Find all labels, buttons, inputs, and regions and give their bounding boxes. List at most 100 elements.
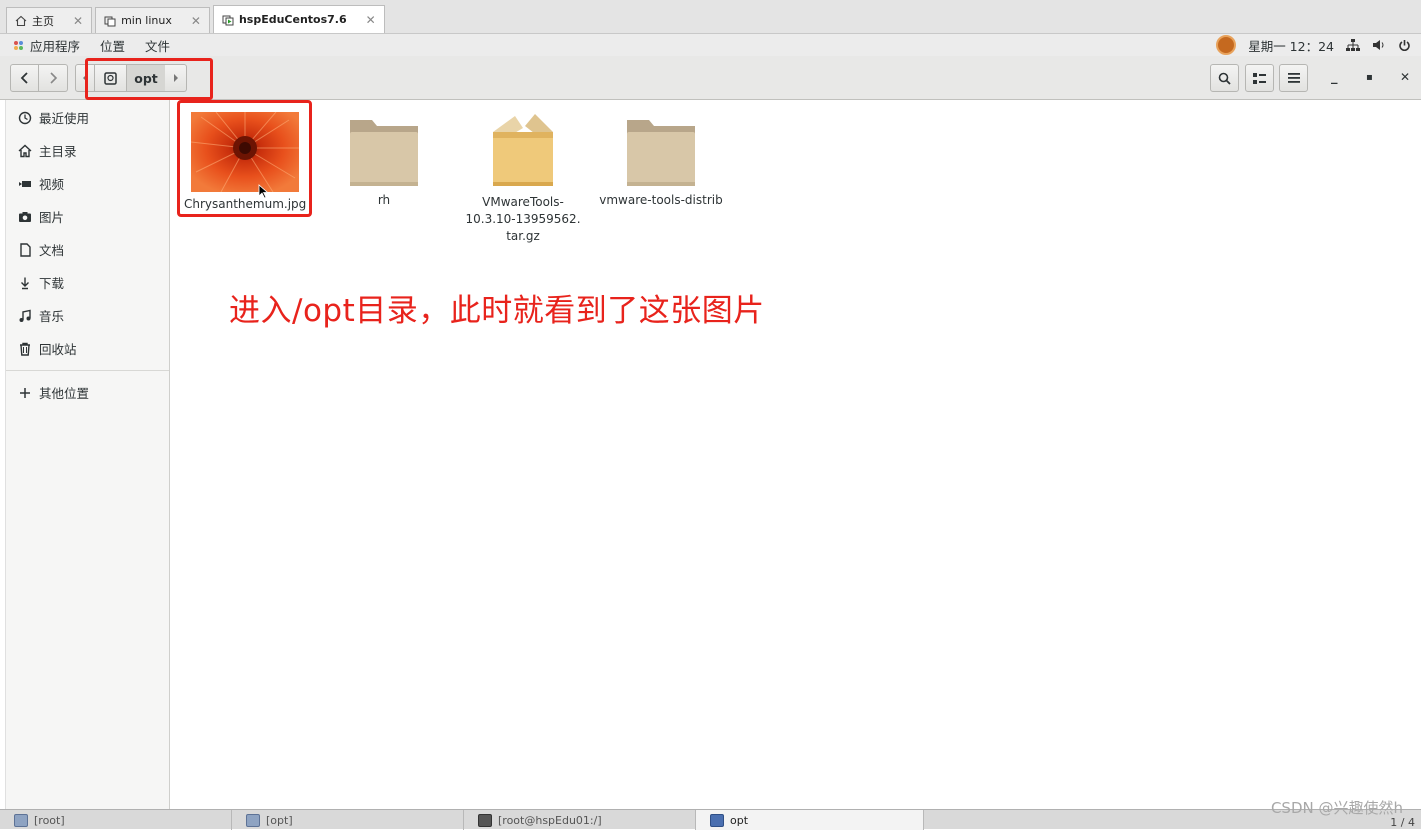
taskbar-item-opt-bracket[interactable]: [opt] <box>232 810 464 830</box>
view-list-button[interactable] <box>1245 64 1274 92</box>
sidebar-item-label: 图片 <box>39 210 65 225</box>
forward-button[interactable] <box>39 64 68 92</box>
file-name-line: tar.gz <box>506 229 540 243</box>
close-icon[interactable]: ✕ <box>73 14 83 28</box>
close-icon[interactable]: ✕ <box>191 14 201 28</box>
file-item-vmwaretools-archive[interactable]: VMwareTools- 10.3.10-13959562. tar.gz <box>462 110 584 245</box>
video-icon <box>19 180 31 187</box>
taskbar-item-root[interactable]: [root] <box>0 810 232 830</box>
vm-tab-min-linux[interactable]: min linux ✕ <box>95 7 210 33</box>
sidebar-item-home[interactable]: 主目录 <box>6 134 169 167</box>
places-menu-label: 位置 <box>100 38 126 54</box>
file-name: VMwareTools- 10.3.10-13959562. tar.gz <box>462 194 584 245</box>
chevron-left-icon <box>20 72 28 84</box>
sidebar-item-pictures[interactable]: 图片 <box>6 200 169 233</box>
taskbar-item-label: [root@hspEdu01:/] <box>498 813 602 827</box>
bottom-taskbar: [root] [opt] [root@hspEdu01:/] opt <box>0 809 1421 830</box>
file-name: vmware-tools-distrib <box>599 193 723 207</box>
sidebar-item-label: 视频 <box>39 177 65 192</box>
csdn-watermark: CSDN @兴趣使然h <box>1270 799 1403 817</box>
sidebar-item-label: 最近使用 <box>39 111 90 126</box>
sidebar-item-label: 其他位置 <box>39 386 90 401</box>
files-menu-label: 文件 <box>145 38 171 54</box>
plus-icon <box>20 387 30 398</box>
sidebar-item-other-locations[interactable]: 其他位置 <box>6 376 169 409</box>
music-icon <box>19 309 31 322</box>
user-avatar-icon[interactable] <box>1216 35 1237 55</box>
gnome-foot-icon <box>14 40 23 50</box>
document-icon <box>20 242 31 257</box>
clock[interactable]: 星期一 12：24 <box>1248 36 1334 55</box>
file-item-rh[interactable]: rh <box>330 112 438 209</box>
navigation-buttons <box>10 64 68 92</box>
file-name: rh <box>377 193 391 207</box>
places-sidebar: 最近使用 主目录 视频 图片 文档 下载 音乐 回收站 其他位置 <box>5 100 170 809</box>
archive-icon <box>493 114 553 186</box>
sidebar-item-label: 文档 <box>39 243 65 258</box>
places-menu[interactable]: 位置 <box>100 36 125 55</box>
terminal-icon <box>478 813 492 827</box>
sidebar-item-trash[interactable]: 回收站 <box>6 332 169 365</box>
taskbar-item-terminal[interactable]: [root@hspEdu01:/] <box>464 810 696 830</box>
pathbar-highlight-box <box>85 58 213 100</box>
vm-tab-home[interactable]: 主页 ✕ <box>6 7 93 33</box>
power-icon[interactable] <box>1398 39 1411 52</box>
folder-icon <box>350 120 418 186</box>
vm-tab-hspeducentos[interactable]: hspEduCentos7.6 ✕ <box>212 5 385 33</box>
clock-icon <box>18 111 32 124</box>
back-button[interactable] <box>10 64 39 92</box>
gnome-top-bar: 应用程序 位置 文件 星期一 12：24 <box>0 34 1421 56</box>
sidebar-item-label: 主目录 <box>39 144 77 159</box>
sidebar-item-downloads[interactable]: 下载 <box>6 266 169 299</box>
sidebar-item-videos[interactable]: 视频 <box>6 167 169 200</box>
vm-tab-label: min linux <box>121 14 172 27</box>
file-manager-icon <box>710 813 724 827</box>
home-icon <box>18 144 32 157</box>
sidebar-item-music[interactable]: 音乐 <box>6 299 169 332</box>
sidebar-separator <box>6 370 169 371</box>
network-icon[interactable] <box>1346 38 1360 52</box>
search-icon <box>1218 72 1231 85</box>
sidebar-item-documents[interactable]: 文档 <box>6 233 169 266</box>
chevron-right-icon <box>50 72 58 84</box>
applications-menu[interactable]: 应用程序 <box>12 36 80 55</box>
hamburger-icon <box>1287 73 1300 83</box>
home-icon <box>15 15 27 26</box>
file-item-vmware-tools-distrib[interactable]: vmware-tools-distrib <box>596 112 726 209</box>
volume-icon[interactable] <box>1372 39 1386 51</box>
vm-tab-strip: 主页 ✕ min linux ✕ hspEduCentos7.6 ✕ <box>0 0 1421 34</box>
vm-icon <box>104 16 116 26</box>
sidebar-item-label: 音乐 <box>39 309 65 324</box>
taskbar-item-label: opt <box>730 813 749 827</box>
vm-running-icon <box>222 15 234 25</box>
workspace-pager[interactable]: 1 / 4 <box>1390 816 1415 829</box>
list-view-icon <box>1253 72 1266 84</box>
mouse-cursor-icon <box>258 184 268 199</box>
vm-tab-label: 主页 <box>32 14 54 28</box>
close-icon[interactable]: ✕ <box>366 13 376 27</box>
download-icon <box>21 277 29 289</box>
file-highlight-box <box>177 100 312 217</box>
camera-icon <box>19 211 31 222</box>
sidebar-item-label: 回收站 <box>39 342 77 357</box>
search-button[interactable] <box>1210 64 1239 92</box>
minimize-button[interactable]: _ <box>1331 70 1338 85</box>
red-annotation-text: 进入/opt目录，此时就看到了这张图片 <box>229 293 765 329</box>
file-manager-header-bar: opt _ ▪ ✕ <box>0 56 1421 100</box>
close-window-button[interactable]: ✕ <box>1400 70 1410 84</box>
files-menu[interactable]: 文件 <box>145 36 170 55</box>
taskbar-item-label: [opt] <box>266 813 293 827</box>
window-icon <box>246 813 260 827</box>
sidebar-item-label: 下载 <box>39 276 65 291</box>
applications-menu-label: 应用程序 <box>30 38 81 54</box>
maximize-button[interactable]: ▪ <box>1366 72 1373 83</box>
file-name-line: VMwareTools- <box>482 195 564 209</box>
folder-icon <box>627 120 695 186</box>
vm-tab-label: hspEduCentos7.6 <box>238 13 347 26</box>
trash-icon <box>20 342 30 356</box>
menu-button[interactable] <box>1279 64 1308 92</box>
sidebar-item-recent[interactable]: 最近使用 <box>6 101 169 134</box>
taskbar-item-label: [root] <box>34 813 65 827</box>
top-bar-status-area: 星期一 12：24 <box>1216 34 1411 56</box>
taskbar-item-opt[interactable]: opt <box>696 810 924 830</box>
